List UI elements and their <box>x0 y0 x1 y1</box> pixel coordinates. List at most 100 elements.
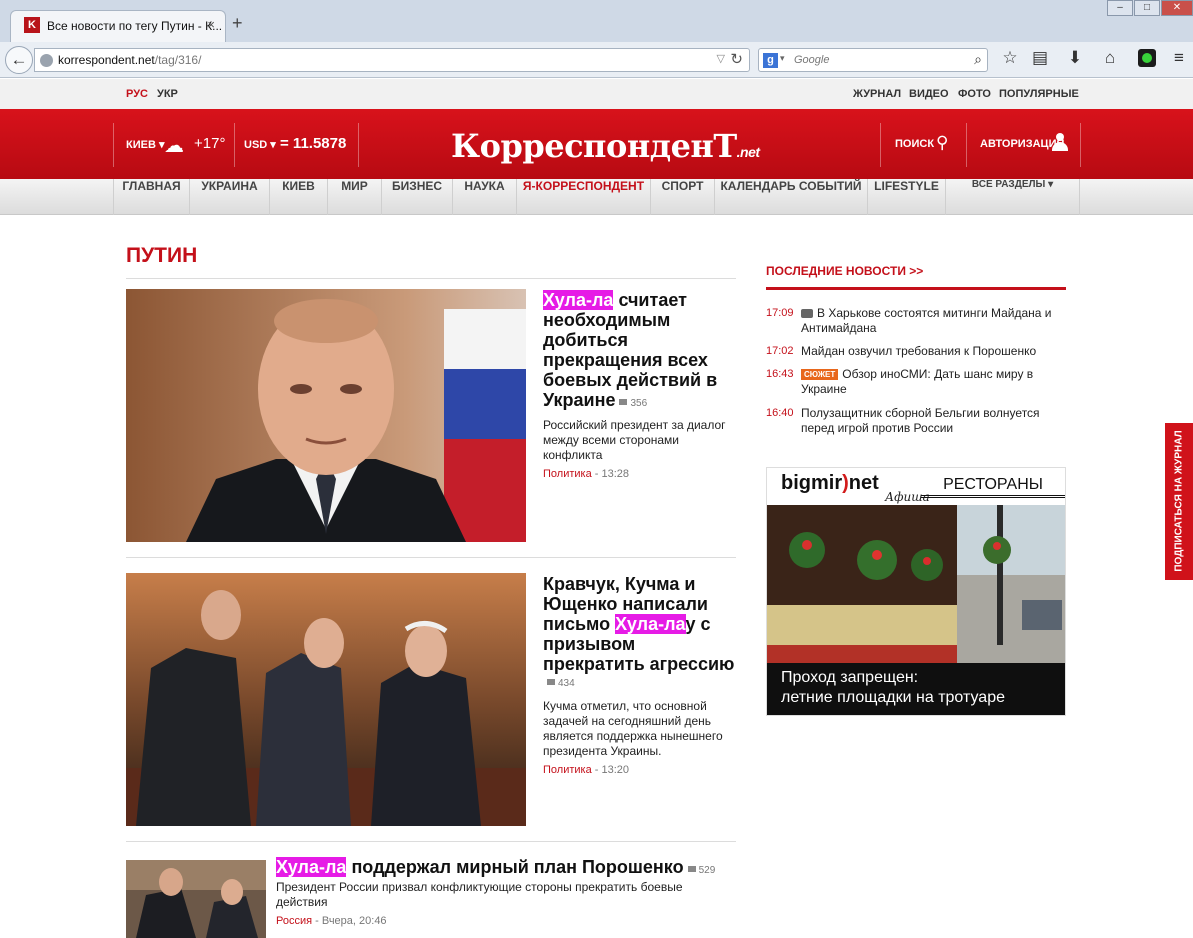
nav-world[interactable]: МИР <box>327 179 381 215</box>
language-ua-link[interactable]: УКР <box>157 88 178 100</box>
news-time: 16:43 <box>766 368 794 380</box>
downloads-icon[interactable]: ⬇ <box>1064 48 1086 68</box>
nav-kiev[interactable]: КИЕВ <box>269 179 327 215</box>
search-link[interactable]: ПОИСК <box>895 138 934 150</box>
article-summary: Российский президент за диалог между все… <box>543 418 726 462</box>
site-favicon-icon: K <box>24 17 40 33</box>
nav-events-calendar[interactable]: КАЛЕНДАРЬ СОБЫТИЙ <box>714 179 867 215</box>
article-summary: Кучма отметил, что основной задачей на с… <box>543 699 723 758</box>
comment-icon <box>687 866 696 872</box>
article-headline[interactable]: Хула-ла поддержал мирный план Порошенко 5… <box>276 857 746 877</box>
comment-count[interactable]: 434 <box>543 678 575 689</box>
reload-icon[interactable]: ↻ <box>730 50 743 68</box>
search-icon[interactable]: ⌕ <box>974 51 982 68</box>
browser-tab-strip: K Все новости по тегу Путин - К... × + –… <box>0 0 1193 42</box>
article-headline[interactable]: Кравчук, Кучма и Ющенко написали письмо … <box>543 574 739 674</box>
news-time: 17:09 <box>766 307 794 319</box>
news-time: 16:40 <box>766 407 794 419</box>
article-meta: Политика - 13:28 <box>543 468 630 480</box>
putin-portrait-image <box>126 289 526 542</box>
article-meta: Политика - 13:20 <box>543 764 630 776</box>
nav-i-korrespondent[interactable]: Я-КОРРЕСПОНДЕНТ <box>516 179 650 215</box>
tab-close-button[interactable]: × <box>207 17 215 32</box>
news-link[interactable]: Полузащитник сборной Бельгии волнуется п… <box>801 406 1066 436</box>
journal-link[interactable]: ЖУРНАЛ <box>853 88 901 100</box>
url-history-dropdown-icon[interactable]: ▽ <box>717 52 725 65</box>
page-title: ПУТИН <box>126 244 198 267</box>
article-thumbnail[interactable] <box>126 860 266 938</box>
temperature: +17° <box>194 135 226 152</box>
bigmir-logo: bigmir)net <box>781 472 879 494</box>
bookmark-star-icon[interactable]: ☆ <box>999 48 1021 68</box>
new-tab-button[interactable]: + <box>232 13 243 34</box>
site-logo[interactable]: КорреспонденТ.net <box>451 127 760 165</box>
nav-ukraine[interactable]: УКРАИНА <box>189 179 269 215</box>
news-link[interactable]: Майдан озвучил требования к Порошенко <box>801 344 1066 359</box>
news-time: 17:02 <box>766 345 794 357</box>
divider <box>126 841 736 842</box>
news-link[interactable]: СЮЖЕТ Обзор иноСМИ: Дать шанс миру в Укра… <box>801 367 1066 397</box>
nav-sport[interactable]: СПОРТ <box>650 179 714 215</box>
three-presidents-image <box>126 573 526 826</box>
article-headline[interactable]: Хула-ла считает необходимым добиться пре… <box>543 290 735 410</box>
maximize-button[interactable]: □ <box>1134 0 1160 16</box>
menu-icon[interactable]: ≡ <box>1168 48 1190 68</box>
currency-selector[interactable]: USD ▾ <box>244 138 276 151</box>
tab-title: Все новости по тегу Путин - К... <box>47 19 223 33</box>
article-category-link[interactable]: Политика <box>543 468 592 480</box>
addon-icon[interactable] <box>1138 49 1156 67</box>
article-meta: Россия - Вчера, 20:46 <box>276 915 387 927</box>
camera-icon <box>801 309 813 318</box>
close-window-button[interactable]: ✕ <box>1161 0 1193 16</box>
ad-section-title: РЕСТОРАНЫ <box>921 476 1065 498</box>
minimize-button[interactable]: – <box>1107 0 1133 16</box>
article-photo[interactable] <box>126 573 526 826</box>
url-text: korrespondent.net/tag/316/ <box>58 53 202 67</box>
comment-count[interactable]: 356 <box>615 398 647 409</box>
browser-tab[interactable]: K Все новости по тегу Путин - К... × <box>10 10 226 42</box>
article-photo[interactable] <box>126 289 526 542</box>
globe-icon <box>40 54 53 67</box>
subscribe-journal-button[interactable]: ПОДПИСАТЬСЯ НА ЖУРНАЛ <box>1165 423 1193 580</box>
home-icon[interactable]: ⌂ <box>1099 48 1121 68</box>
nav-all-sections[interactable]: ВСЕ РАЗДЕЛЫ ▾ <box>945 179 1080 215</box>
article-category-link[interactable]: Политика <box>543 764 592 776</box>
sidebar-divider <box>766 287 1066 290</box>
city-selector[interactable]: КИЕВ ▾ <box>126 138 164 151</box>
ad-caption: Проход запрещен: летние площадки на троту… <box>767 663 1065 715</box>
latest-news-heading[interactable]: ПОСЛЕДНИЕ НОВОСТИ >> <box>766 264 923 278</box>
nav-business[interactable]: БИЗНЕС <box>381 179 452 215</box>
divider <box>126 557 736 558</box>
search-engine-dropdown-icon[interactable]: ▾ <box>780 53 785 64</box>
language-ru-link[interactable]: РУС <box>126 88 148 100</box>
nav-main[interactable]: ГЛАВНАЯ <box>113 179 189 215</box>
header-divider <box>113 123 114 167</box>
site-top-links-bar: РУС УКР ЖУРНАЛ ВИДЕО ФОТО ПОПУЛЯРНЫЕ <box>0 79 1193 109</box>
article-category-link[interactable]: Россия <box>276 915 312 927</box>
bookmarks-list-icon[interactable]: ▤ <box>1029 48 1051 68</box>
header-divider <box>358 123 359 167</box>
google-icon[interactable]: g <box>763 53 778 68</box>
video-link[interactable]: ВИДЕО <box>909 88 949 100</box>
site-header: КИЕВ ▾ ☁ +17° USD ▾ = 11.5878 Корреспонд… <box>0 109 1193 179</box>
nav-science[interactable]: НАУКА <box>452 179 516 215</box>
comment-icon <box>547 679 555 685</box>
search-placeholder: Google <box>794 54 830 66</box>
user-icon[interactable] <box>1052 133 1068 151</box>
popular-link[interactable]: ПОПУЛЯРНЫЕ <box>999 88 1079 100</box>
browser-search-box[interactable]: g ▾ Google ⌕ <box>758 48 988 72</box>
divider <box>126 278 736 279</box>
bigmir-afisha-ad[interactable]: bigmir)net Афиша РЕСТОРАНЫ Проход запрещ… <box>766 467 1066 716</box>
back-button[interactable]: ← <box>5 46 33 74</box>
address-bar[interactable]: korrespondent.net/tag/316/ ▽ ↻ <box>34 48 750 72</box>
header-divider <box>234 123 235 167</box>
news-link[interactable]: В Харькове состоятся митинги Майдана и А… <box>801 306 1066 336</box>
nav-lifestyle[interactable]: LIFESTYLE <box>867 179 945 215</box>
header-divider <box>1080 123 1081 167</box>
search-icon[interactable]: ⚲ <box>936 133 948 153</box>
photo-link[interactable]: ФОТО <box>958 88 991 100</box>
comment-count[interactable]: 529 <box>684 865 715 876</box>
main-navigation: ГЛАВНАЯ УКРАИНА КИЕВ МИР БИЗНЕС НАУКА Я-… <box>0 179 1193 215</box>
article-summary: Президент России призвал конфликтующие с… <box>276 880 683 909</box>
header-divider <box>880 123 881 167</box>
